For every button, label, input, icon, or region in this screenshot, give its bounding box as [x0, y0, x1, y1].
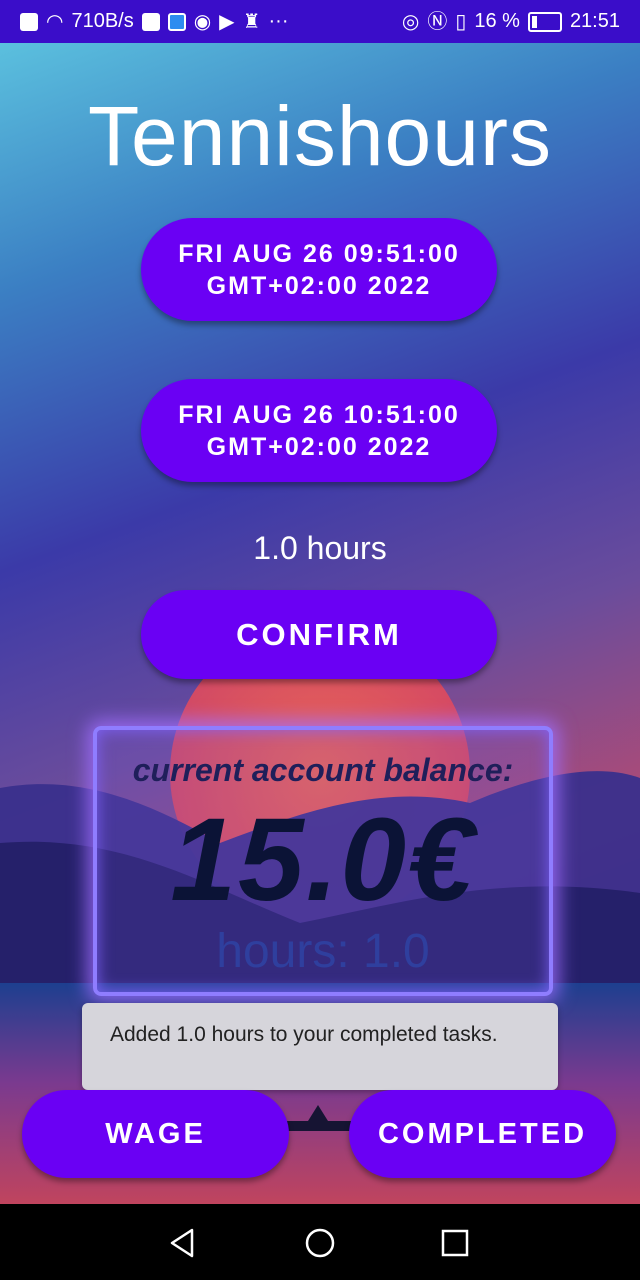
- alert-sim-icon: [20, 12, 38, 31]
- more-notifications-icon: ···: [268, 10, 289, 32]
- net-speed: 710B/s: [71, 10, 134, 32]
- system-nav-bar: [0, 1204, 640, 1280]
- balance-hours: hours: 1.0: [216, 925, 430, 978]
- home-icon[interactable]: [303, 1226, 337, 1260]
- nfc-icon: Ⓝ: [427, 10, 448, 33]
- gamepad-icon: ◉: [193, 10, 212, 33]
- wifi-icon: ◠: [46, 10, 64, 33]
- balance-card: current account balance: 15.0€ hours: 1.…: [93, 726, 553, 996]
- status-bar: ◠ 710B/s ◉ ▶ ♜ ··· ◎ Ⓝ ▯ 16 % 21:51: [0, 0, 640, 43]
- end-time-line1: FRI AUG 26 10:51:00: [178, 400, 460, 429]
- shield-app-icon: [167, 12, 186, 31]
- balance-label: current account balance:: [132, 752, 514, 788]
- square-app-icon: [141, 12, 160, 31]
- end-time-button[interactable]: FRI AUG 26 10:51:00 GMT+02:00 2022: [141, 379, 497, 482]
- back-icon[interactable]: [166, 1226, 200, 1260]
- play-shield-icon: ▶: [219, 10, 235, 33]
- toast-message: Added 1.0 hours to your completed tasks.: [82, 1003, 558, 1090]
- clock: 21:51: [569, 10, 620, 32]
- start-time-line2: GMT+02:00 2022: [206, 271, 432, 300]
- vibrate-icon: ▯: [455, 10, 467, 33]
- app-title: Tennishours: [88, 89, 552, 183]
- start-time-line1: FRI AUG 26 09:51:00: [178, 239, 460, 268]
- balance-amount: 15.0€: [170, 794, 476, 926]
- eye-icon: ◎: [401, 10, 420, 33]
- keyhole-icon: ♜: [242, 10, 261, 33]
- battery-percent: 16 %: [474, 10, 520, 32]
- completed-button[interactable]: COMPLETED: [349, 1090, 616, 1178]
- start-time-button[interactable]: FRI AUG 26 09:51:00 GMT+02:00 2022: [141, 218, 497, 321]
- recents-icon[interactable]: [438, 1226, 472, 1260]
- duration-text: 1.0 hours: [253, 530, 387, 566]
- confirm-button[interactable]: CONFIRM: [141, 590, 497, 679]
- wage-button[interactable]: WAGE: [22, 1090, 289, 1178]
- status-left: ◠ 710B/s ◉ ▶ ♜ ···: [20, 0, 288, 43]
- end-time-line2: GMT+02:00 2022: [206, 432, 432, 461]
- status-right: ◎ Ⓝ ▯ 16 % 21:51: [402, 0, 620, 43]
- battery-icon: [527, 11, 562, 32]
